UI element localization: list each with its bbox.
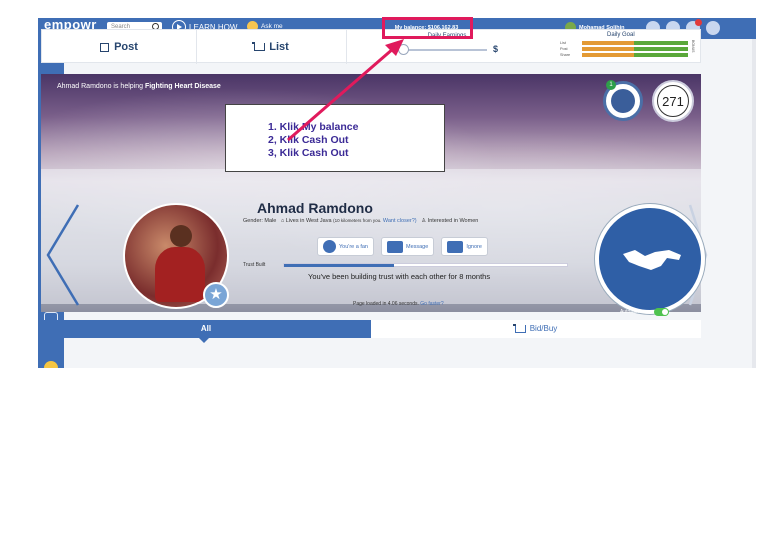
level-badge[interactable]: 1 1.0k(13)	[603, 80, 643, 121]
page-load-info: Page loaded in 4.06 seconds. Go faster?	[353, 301, 444, 307]
store-icon	[611, 89, 635, 113]
score-value: 271	[657, 85, 689, 117]
trust-text: You've been building trust with each oth…	[308, 272, 491, 281]
ignore-label: Ignore	[466, 243, 482, 250]
goal-bonus-label: BONUS	[691, 40, 695, 53]
instruction-line-1: 1. Klik My balance	[268, 121, 359, 133]
instruction-box: 1. Klik My balance 2, Klik Cash Out 3, K…	[225, 104, 445, 172]
daily-goal-label: Daily Goal	[607, 32, 635, 38]
profile-location: Lives in West Java	[285, 218, 332, 224]
profile-gender: Gender: Male	[243, 218, 277, 224]
handshake-button[interactable]	[595, 204, 705, 314]
trust-label: Trust Built	[243, 262, 266, 268]
feed-tabs: All Bid/Buy	[41, 320, 701, 343]
goal-row-post: Post	[560, 47, 568, 51]
helping-prefix: Ahmad Ramdono is helping	[57, 83, 143, 90]
score-circle[interactable]: 271	[652, 80, 694, 122]
fan-button[interactable]: You're a fan	[317, 237, 374, 256]
tab-all[interactable]: All	[41, 320, 371, 343]
goal-bar-share	[582, 53, 688, 57]
auto-advance: Auto-advance	[620, 308, 669, 316]
goal-row-list: List	[560, 41, 566, 45]
post-toolbar: Post List Daily Earnings $ $ Daily Goal …	[41, 29, 701, 64]
cart-icon	[252, 42, 266, 51]
list-label: List	[269, 41, 289, 53]
message-icon	[386, 240, 403, 253]
daily-goal: Daily Goal List Post Share BONUS	[547, 32, 697, 62]
auto-advance-label: Auto-advance	[620, 309, 651, 315]
profile-name: Ahmad Ramdono	[257, 200, 373, 216]
go-faster-link[interactable]: Go faster?	[420, 301, 443, 307]
balance-highlight-box	[382, 17, 473, 39]
handshake-icon	[623, 250, 681, 270]
badge-number: 1	[606, 80, 616, 90]
eye-slash-icon	[447, 240, 464, 253]
coin-icon[interactable]	[44, 361, 58, 368]
tab-bid-buy-label: Bid/Buy	[529, 324, 558, 333]
profile-meta: Gender: Male ⌂ Lives in West Java (10 ki…	[243, 218, 478, 224]
auto-advance-toggle[interactable]	[653, 308, 669, 316]
settings-gear-icon[interactable]	[706, 21, 720, 35]
message-button[interactable]: Message	[380, 237, 435, 256]
profile-actions: You're a fan Message Ignore	[317, 237, 488, 256]
post-label: Post	[114, 41, 138, 53]
instruction-line-3: 3, Klik Cash Out	[268, 147, 349, 159]
helping-cause[interactable]: Fighting Heart Disease	[145, 83, 221, 90]
want-closer-link[interactable]: Want closer?)	[383, 218, 417, 224]
edit-square-icon	[100, 42, 110, 52]
goal-bar-list	[582, 41, 688, 45]
instruction-line-2: 2, Klik Cash Out	[268, 134, 349, 146]
message-label: Message	[405, 243, 429, 250]
notification-badge	[695, 19, 702, 26]
page-scrollbar[interactable]	[752, 39, 756, 368]
post-button[interactable]: Post	[42, 30, 197, 64]
location-icon: ⌂	[280, 218, 285, 224]
profile-distance: (10 kilometers from you.	[333, 218, 382, 223]
trust-progress-fill	[284, 264, 395, 267]
fan-icon	[323, 240, 336, 253]
list-button[interactable]: List	[197, 30, 347, 64]
tab-bid-buy[interactable]: Bid/Buy	[371, 320, 701, 338]
earnings-slider-track[interactable]	[402, 49, 487, 51]
fan-label: You're a fan	[339, 243, 368, 250]
earnings-slider-knob[interactable]	[398, 44, 409, 55]
earnings-max-symbol: $	[493, 44, 499, 54]
helping-cause-text: Ahmad Ramdono is helping Fighting Heart …	[57, 83, 221, 90]
page-load-text: Page loaded in 4.06 seconds.	[353, 301, 419, 307]
cart-icon	[512, 324, 526, 333]
trust-progress-bar	[283, 263, 568, 267]
profile-interested: Interested in Women	[427, 218, 479, 224]
goal-bar-post	[582, 47, 688, 51]
goal-row-share: Share	[560, 53, 571, 57]
star-icon[interactable]: ★	[203, 282, 229, 308]
person-icon: ♙	[421, 218, 427, 224]
previous-profile-arrow[interactable]	[44, 200, 84, 310]
badge-subtext: 1.0k(13)	[615, 112, 631, 117]
ignore-button[interactable]: Ignore	[441, 237, 488, 256]
